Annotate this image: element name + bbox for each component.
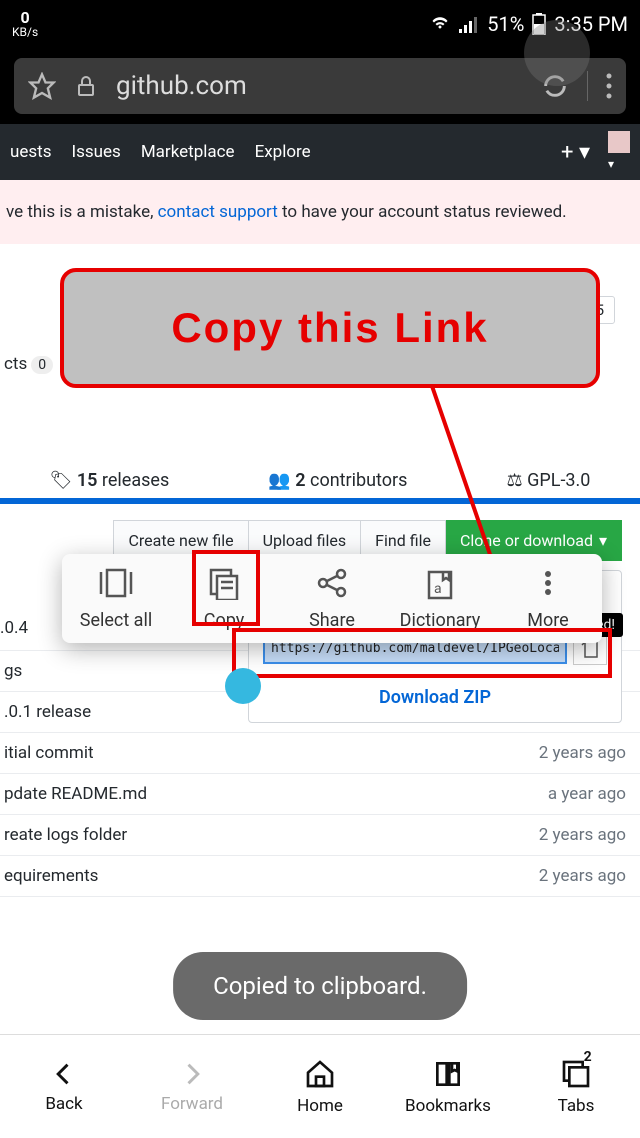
- nav-issues[interactable]: Issues: [72, 142, 121, 162]
- projects-fragment[interactable]: cts0: [0, 350, 57, 378]
- lock-icon: [74, 74, 98, 98]
- url-text[interactable]: github.com: [116, 71, 523, 101]
- tag-icon: 🏷: [50, 470, 77, 491]
- nav-explore[interactable]: Explore: [255, 142, 311, 162]
- toast: Copied to clipboard.: [173, 952, 467, 1020]
- wifi-icon: [429, 15, 451, 33]
- list-item[interactable]: reate logs folder2 years ago: [0, 815, 640, 856]
- repo-meta: 🏷 15 releases 👥 2 contributors ⚖ GPL-3.0: [0, 460, 640, 501]
- share-button[interactable]: Share: [278, 554, 386, 643]
- plus-icon[interactable]: + ▾: [561, 140, 590, 165]
- annotation-callout: Copy this Link: [60, 268, 600, 388]
- releases-link[interactable]: 🏷 15 releases: [50, 470, 170, 491]
- text-selection-menu: Select all Copy Share a Dictionary More: [62, 554, 602, 643]
- contributors-link[interactable]: 👥 2 contributors: [268, 470, 407, 491]
- bookmarks-button[interactable]: Bookmarks: [384, 1035, 512, 1138]
- select-all-button[interactable]: Select all: [62, 554, 170, 643]
- contact-support-link[interactable]: contact support: [158, 202, 278, 222]
- license-link[interactable]: ⚖ GPL-3.0: [507, 470, 591, 491]
- nav-pullrequests[interactable]: uests: [10, 142, 52, 162]
- people-icon: 👥: [268, 470, 295, 491]
- more-icon[interactable]: [606, 73, 612, 99]
- list-item[interactable]: pdate README.mda year ago: [0, 774, 640, 815]
- signal-icon: [459, 15, 479, 33]
- forward-button: Forward: [128, 1035, 256, 1138]
- flagged-banner: ve this is a mistake, contact support to…: [0, 180, 640, 244]
- list-item[interactable]: itial commit2 years ago: [0, 733, 640, 774]
- star-icon[interactable]: [28, 72, 56, 100]
- selection-handle[interactable]: [225, 668, 261, 704]
- home-button[interactable]: Home: [256, 1035, 384, 1138]
- more-button[interactable]: More: [494, 554, 602, 643]
- law-icon: ⚖: [507, 470, 528, 491]
- tabs-button[interactable]: 2 Tabs: [512, 1035, 640, 1138]
- touch-indicator: [524, 20, 590, 86]
- nav-marketplace[interactable]: Marketplace: [141, 142, 235, 162]
- download-zip-link[interactable]: Download ZIP: [263, 687, 607, 708]
- github-nav: uests Issues Marketplace Explore + ▾ ▾: [0, 124, 640, 180]
- svg-text:a: a: [434, 581, 442, 597]
- network-speed: 0 KB/s: [12, 10, 38, 38]
- avatar[interactable]: ▾: [608, 131, 630, 173]
- language-bar: [0, 498, 640, 504]
- back-button[interactable]: Back: [0, 1035, 128, 1138]
- caret-down-icon: ▾: [599, 531, 607, 550]
- battery-percent: 51%: [487, 12, 524, 36]
- callout-text: Copy this Link: [171, 304, 488, 352]
- browser-bottom-nav: Back Forward Home Bookmarks 2 Tabs: [0, 1034, 640, 1138]
- copy-button[interactable]: Copy: [170, 554, 278, 643]
- version-fragment: .0.4: [0, 618, 28, 638]
- dictionary-button[interactable]: a Dictionary: [386, 554, 494, 643]
- list-item[interactable]: equirements2 years ago: [0, 856, 640, 897]
